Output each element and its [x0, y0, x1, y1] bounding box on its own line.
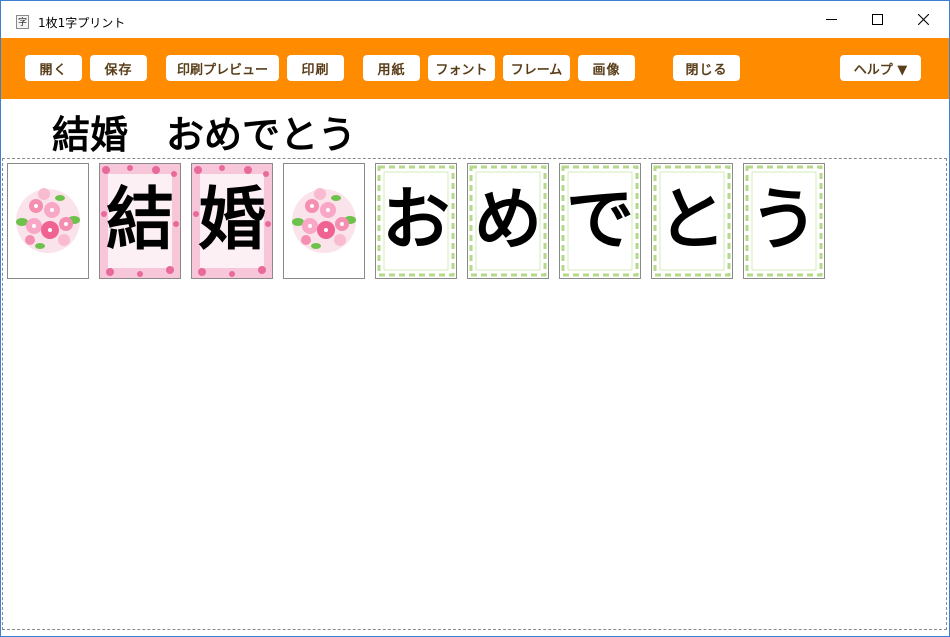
open-button[interactable]: 開く [25, 55, 82, 81]
print-button[interactable]: 印刷 [287, 55, 344, 81]
card-preview-area: 結 婚 お め で と う [2, 158, 947, 630]
card-character: と [657, 181, 726, 260]
card-4[interactable] [283, 163, 365, 279]
minimize-button[interactable] [808, 1, 854, 38]
close-icon [917, 14, 929, 25]
card-character: お [381, 181, 450, 260]
message-input[interactable]: 結婚 おめでとう [1, 99, 949, 158]
message-text: 結婚 おめでとう [52, 113, 357, 157]
card-1[interactable] [7, 163, 89, 279]
toolbar: 開く 保存 印刷プレビュー 印刷 用紙 フォント フレーム 画像 閉じる ヘルプ… [1, 38, 949, 99]
card-character: 婚 [197, 181, 266, 260]
card-character: で [565, 181, 634, 260]
image-button[interactable]: 画像 [578, 55, 635, 81]
app-window: 字 1枚1字プリント 開く 保存 印刷プレビュー 印刷 用紙 フォント フレーム… [0, 0, 950, 637]
print-preview-button[interactable]: 印刷プレビュー [166, 55, 279, 81]
paper-button[interactable]: 用紙 [363, 55, 420, 81]
card-2[interactable]: 結 [99, 163, 181, 279]
close-button[interactable]: 閉じる [673, 55, 740, 81]
card-character: う [749, 181, 818, 260]
help-menu-button[interactable]: ヘルプ ▼ [840, 55, 921, 81]
frame-button[interactable]: フレーム [503, 55, 570, 81]
card-8[interactable]: と [651, 163, 733, 279]
card-3[interactable]: 婚 [191, 163, 273, 279]
flower-bouquet-image [16, 188, 80, 253]
card-character: め [473, 181, 542, 260]
maximize-icon [871, 14, 883, 25]
card-9[interactable]: う [743, 163, 825, 279]
card-5[interactable]: お [375, 163, 457, 279]
flower-bouquet-image [292, 188, 356, 253]
font-button[interactable]: フォント [428, 55, 495, 81]
app-icon: 字 [16, 15, 29, 29]
minimize-icon [825, 19, 837, 20]
title-bar[interactable]: 字 1枚1字プリント [1, 1, 949, 38]
close-window-button[interactable] [900, 1, 946, 38]
card-character: 結 [105, 181, 174, 260]
save-button[interactable]: 保存 [90, 55, 147, 81]
card-6[interactable]: め [467, 163, 549, 279]
card-7[interactable]: で [559, 163, 641, 279]
maximize-button[interactable] [854, 1, 900, 38]
window-title: 1枚1字プリント [38, 16, 126, 30]
